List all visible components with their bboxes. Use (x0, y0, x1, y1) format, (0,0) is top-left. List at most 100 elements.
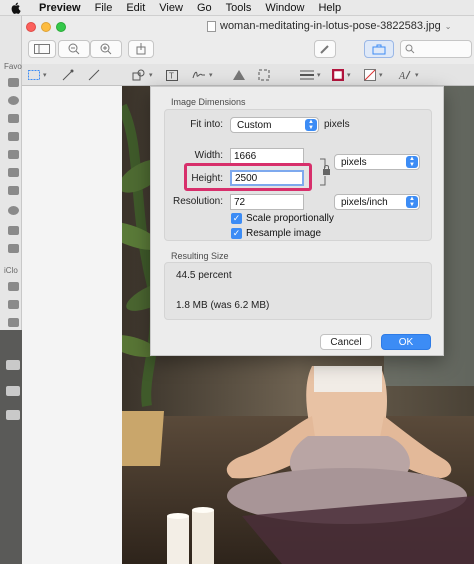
window-title: woman-meditating-in-lotus-pose-3822583.j… (207, 20, 451, 32)
resolution-field[interactable]: 72 (230, 194, 304, 210)
resolution-label: Resolution: (172, 196, 223, 207)
zoom-in-button[interactable] (90, 40, 122, 58)
sidebar-folder-icon[interactable] (8, 132, 19, 141)
shape-style-tool[interactable]: ▾ (300, 67, 321, 83)
menu-bar: Preview File Edit View Go Tools Window H… (0, 0, 474, 16)
markup-toggle-button[interactable] (314, 40, 336, 58)
share-button[interactable] (128, 40, 154, 58)
cancel-button[interactable]: Cancel (320, 334, 372, 350)
fill-color-tool[interactable]: ▾ (364, 67, 383, 83)
background-item-icon (6, 386, 20, 396)
shapes-tool[interactable]: ▾ (132, 67, 153, 83)
resize-icon (258, 69, 270, 81)
resulting-size-title: Resulting Size (171, 251, 229, 261)
sidebar-folder-icon[interactable] (8, 78, 19, 87)
search-field[interactable] (400, 40, 472, 58)
text-style-tool[interactable]: A ▾ (398, 67, 419, 83)
ok-button[interactable]: OK (381, 334, 431, 350)
fit-into-value: Custom (237, 119, 272, 131)
document-icon (207, 20, 216, 32)
resample-image-checkbox[interactable]: ✓ Resample image (231, 228, 321, 239)
selection-tool[interactable]: ▾ (28, 67, 47, 83)
signature-icon (192, 71, 205, 79)
resolution-unit-popup[interactable]: pixels/inch ▲ ▼ (334, 194, 420, 210)
zoom-out-button[interactable] (58, 40, 90, 58)
image-dimensions-title: Image Dimensions (171, 97, 246, 107)
size-unit-popup[interactable]: pixels ▲ ▼ (334, 154, 420, 170)
minimize-button[interactable] (41, 22, 51, 32)
fit-into-label: Fit into: (190, 119, 223, 130)
menu-edit[interactable]: Edit (126, 2, 145, 14)
close-button[interactable] (26, 22, 36, 32)
resulting-file-size: 1.8 MB (was 6.2 MB) (176, 300, 270, 311)
share-icon (136, 43, 146, 55)
rect-selection-icon (28, 70, 40, 80)
ok-button-label: OK (398, 336, 414, 348)
fit-into-popup[interactable]: Custom ▲ ▼ (230, 117, 319, 133)
toolbox-button[interactable] (364, 40, 394, 58)
sidebar-favorites-label: Favo (4, 62, 22, 71)
menu-file[interactable]: File (95, 2, 113, 14)
sidebar-folder-icon[interactable] (8, 168, 19, 177)
menu-go[interactable]: Go (197, 2, 212, 14)
sidebar-folder-icon[interactable] (8, 318, 19, 327)
popup-stepper-icon: ▲ ▼ (406, 196, 418, 208)
zoom-button[interactable] (56, 22, 66, 32)
width-label: Width: (194, 150, 223, 161)
zoom-in-icon (100, 43, 112, 55)
adjust-size-tool[interactable] (258, 67, 270, 83)
menu-help[interactable]: Help (318, 2, 341, 14)
apple-logo-icon[interactable] (9, 2, 23, 14)
window-title-text: woman-meditating-in-lotus-pose-3822583.j… (220, 20, 441, 32)
text-tool[interactable]: T (166, 67, 178, 83)
magic-wand-icon (62, 69, 74, 81)
sidebar-folder-icon[interactable] (8, 186, 19, 195)
zoom-out-icon (68, 43, 80, 55)
sketch-tool[interactable] (88, 67, 100, 83)
resample-image-label: Resample image (246, 228, 322, 239)
text-style-icon: A (398, 70, 411, 81)
resolution-value: 72 (234, 196, 246, 208)
scale-proportionally-checkbox[interactable]: ✓ Scale proportionally (231, 213, 334, 224)
adjust-size-dialog: Image Dimensions Fit into: Custom ▲ ▼ pix… (150, 86, 444, 356)
sidebar-view-icon (34, 44, 50, 54)
width-value: 1666 (234, 150, 257, 162)
background-item-icon (6, 360, 20, 370)
background-item-icon (6, 410, 20, 420)
cancel-button-label: Cancel (330, 336, 362, 348)
svg-text:A: A (398, 71, 406, 81)
pen-icon (320, 45, 329, 54)
sidebar-folder-icon[interactable] (8, 226, 19, 235)
lines-icon (300, 70, 314, 80)
sign-tool[interactable]: ▾ (192, 67, 213, 83)
sidebar-folder-icon[interactable] (8, 300, 19, 309)
sidebar-toggle-button[interactable] (28, 40, 56, 58)
menu-window[interactable]: Window (265, 2, 304, 14)
title-bar: woman-meditating-in-lotus-pose-3822583.j… (22, 16, 474, 38)
chevron-down-icon[interactable]: ⌄ (445, 22, 452, 31)
sidebar-folder-icon[interactable] (8, 114, 19, 123)
border-color-tool[interactable]: ▾ (332, 67, 351, 83)
popup-stepper-icon: ▲ ▼ (406, 156, 418, 168)
checkmark-icon: ✓ (231, 228, 242, 239)
sidebar-download-icon[interactable] (8, 206, 19, 215)
shapes-icon (132, 69, 145, 81)
menu-view[interactable]: View (159, 2, 183, 14)
menu-app-name[interactable]: Preview (39, 2, 81, 14)
adjust-color-icon (233, 70, 245, 80)
size-unit-value: pixels (341, 156, 367, 168)
checkmark-icon: ✓ (231, 213, 242, 224)
instant-alpha-tool[interactable] (62, 67, 74, 83)
fill-color-icon (364, 69, 376, 81)
aspect-lock-icon[interactable] (320, 157, 334, 187)
sidebar-folder-icon[interactable] (8, 244, 19, 253)
menu-tools[interactable]: Tools (226, 2, 252, 14)
width-field[interactable]: 1666 (230, 148, 304, 164)
sidebar-airdrop-icon[interactable] (8, 96, 19, 105)
popup-stepper-icon: ▲ ▼ (305, 119, 317, 131)
sidebar-icloud-label: iClo (4, 266, 18, 275)
resulting-percent: 44.5 percent (176, 270, 232, 281)
adjust-color-tool[interactable] (232, 67, 246, 83)
sidebar-cloud-icon[interactable] (8, 282, 19, 291)
sidebar-folder-icon[interactable] (8, 150, 19, 159)
